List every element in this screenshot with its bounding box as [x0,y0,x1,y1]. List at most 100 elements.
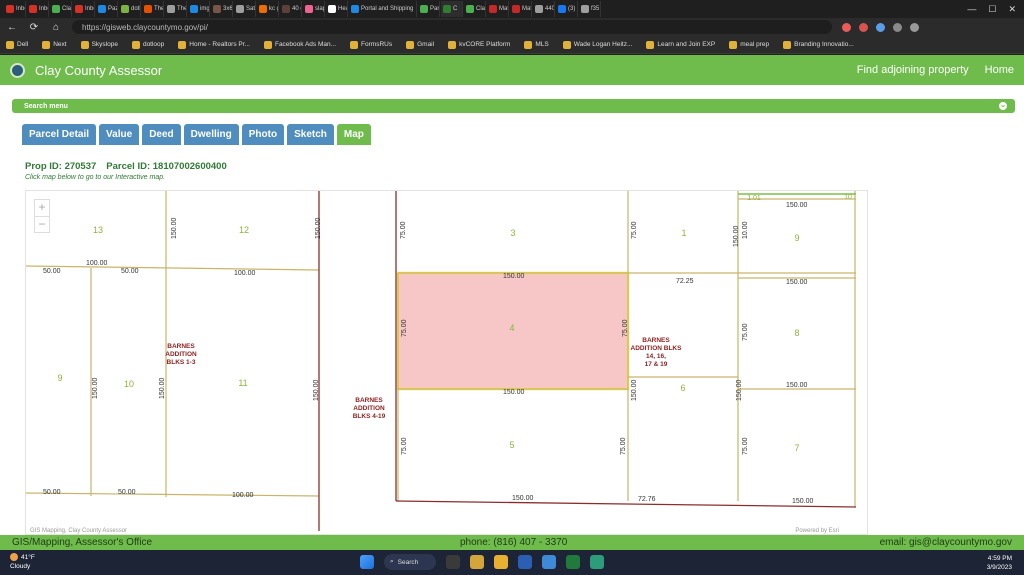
taskbar-search[interactable]: ⌕ Search [384,554,436,570]
svg-text:150.00: 150.00 [736,379,743,401]
bookmark-item[interactable]: Learn and Join EXP [646,40,715,49]
browser-tab-label: dotlo [131,6,140,12]
browser-tab[interactable]: Matr [510,1,532,17]
back-icon[interactable]: ← [6,22,18,33]
bookmark-item[interactable]: meal prep [729,40,769,49]
word-icon[interactable] [518,555,532,569]
site-header: Clay County Assessor Find adjoining prop… [0,55,1024,85]
url-field[interactable]: https://gisweb.claycountymo.gov/pi/ [72,20,832,34]
browser-tab[interactable]: Inbo [73,1,95,17]
browser-tab[interactable]: Inbo [4,1,26,17]
tab-sketch[interactable]: Sketch [287,124,334,145]
map-attribution: GIS Mapping, Clay County Assessor [30,528,128,534]
tab-map[interactable]: Map [336,124,371,145]
bookmark-label: Wade Logan Heitz... [573,41,633,48]
bookmark-item[interactable]: Next [42,40,67,49]
extension-icon[interactable] [876,22,885,32]
menu-icon[interactable] [910,22,919,32]
extension-icon[interactable] [842,22,851,32]
tab-favicon-icon [190,5,198,13]
bookmark-item[interactable]: dotloop [131,40,164,49]
browser-tab[interactable]: 40 gi [280,1,302,17]
browser-tab[interactable]: Portal and Shipping [349,1,417,17]
bookmark-item[interactable]: Facebook Ads Man... [263,40,337,49]
browser-tab[interactable]: Hear [326,1,348,17]
bookmark-folder-icon [406,40,415,49]
search-menu-bar[interactable]: Search menu ⌄ [12,99,1015,113]
map-hint: Click map below to go to our Interactive… [25,174,166,181]
profile-icon[interactable] [893,22,902,32]
bookmark-item[interactable]: Skyslope [80,40,118,49]
browser-tab[interactable]: 4401 [533,1,555,17]
app-icon[interactable] [590,555,604,569]
tab-favicon-icon [351,5,359,13]
bookmark-item[interactable]: MLS [524,40,549,49]
file-explorer-icon[interactable] [470,555,484,569]
browser-tab[interactable]: Sato [234,1,256,17]
browser-tab[interactable]: Clay [50,1,72,17]
lot-6-label: 6 [680,383,685,393]
taskbar-apps: ⌕ Search [360,554,604,570]
tab-favicon-icon [259,5,267,13]
browser-tab[interactable]: 3x6 [211,1,233,17]
extension-icon[interactable] [859,22,868,32]
excel-icon[interactable] [566,555,580,569]
system-clock[interactable]: 4:59 PM 3/9/2023 [987,554,1012,572]
bookmark-item[interactable]: Gmail [406,40,434,49]
bookmark-item[interactable]: Dell [6,40,28,49]
browser-tab[interactable]: Matr [487,1,509,17]
home-link[interactable]: Home [985,64,1014,76]
browser-tab[interactable]: Pazo [96,1,118,17]
start-icon[interactable] [360,555,374,569]
browser-tab[interactable]: The [142,1,164,17]
edge-icon[interactable] [542,555,556,569]
task-view-icon[interactable] [446,555,460,569]
tab-photo[interactable]: Photo [241,124,285,145]
browser-tab[interactable]: Inbo [27,1,49,17]
lot-11-label: 11 [238,378,247,388]
parcel-map-svg[interactable]: 100.00 50.00 50.00 100.00 50.00 50.00 10… [26,191,868,535]
browser-tab[interactable]: imgu [188,1,210,17]
tab-favicon-icon [558,5,566,13]
maximize-icon[interactable]: ☐ [988,4,996,15]
tab-value[interactable]: Value [99,124,140,145]
browser-tab[interactable]: dotlo [119,1,141,17]
svg-text:150.00: 150.00 [786,279,808,286]
bookmark-item[interactable]: Wade Logan Heitz... [562,40,633,49]
tab-favicon-icon [144,5,152,13]
reload-icon[interactable]: ⟳ [28,22,40,33]
browser-tab[interactable]: kc g [257,1,279,17]
home-icon[interactable]: ⌂ [50,22,62,33]
bookmark-item[interactable]: Branding Innovatio... [783,40,854,49]
svg-text:150.00: 150.00 [315,217,322,239]
zoom-out-button[interactable]: − [35,216,49,232]
browser-tab[interactable]: Parc [418,1,440,17]
tab-parcel-detail[interactable]: Parcel Detail [22,124,97,145]
tab-dwelling[interactable]: Dwelling [183,124,239,145]
tab-favicon-icon [75,5,83,13]
browser-tab[interactable]: Clay [464,1,486,17]
bookmark-item[interactable]: kvCORE Platform [448,40,510,49]
browser-tab[interactable]: f35 ju [579,1,601,17]
footer-email[interactable]: email: gis@claycountymo.gov [880,537,1012,548]
bookmark-label: Facebook Ads Man... [274,41,337,48]
tab-deed[interactable]: Deed [142,124,181,145]
windows-taskbar: 41°F Cloudy ⌕ Search 4:59 PM 3/9/2023 [0,550,1024,575]
find-adjoining-link[interactable]: Find adjoining property [857,64,969,76]
browser-tab[interactable]: (3) D [556,1,578,17]
parcel-map[interactable]: 100.00 50.00 50.00 100.00 50.00 50.00 10… [25,190,868,535]
chevron-down-icon[interactable]: ⌄ [999,102,1007,110]
browser-tab[interactable]: slap [303,1,325,17]
bookmarks-bar: Dell Next Skyslope dotloop Home - Realtors P… [0,36,1024,54]
browser-tab[interactable]: Them [165,1,187,17]
weather-widget[interactable]: 41°F Cloudy [10,553,35,571]
bookmark-item[interactable]: FormsRUs [350,40,392,49]
chrome-icon[interactable] [494,555,508,569]
browser-tab-label: Parc [430,6,440,12]
browser-tab[interactable]: C [441,1,463,17]
svg-text:150.00: 150.00 [512,495,534,502]
zoom-in-button[interactable]: + [35,200,49,216]
close-icon[interactable]: ✕ [1008,4,1016,15]
bookmark-item[interactable]: Home - Realtors Pr... [178,40,250,49]
minimize-icon[interactable]: — [967,4,976,15]
